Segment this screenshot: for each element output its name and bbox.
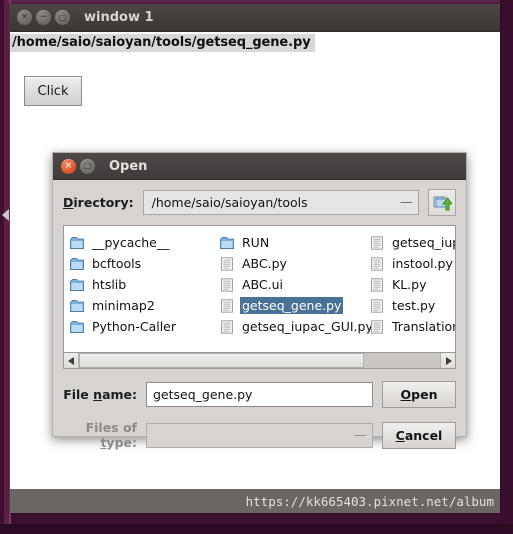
scroll-right-icon[interactable] xyxy=(440,353,455,368)
list-item[interactable]: getseq_iupac_GUI.py xyxy=(220,316,373,337)
cancel-button[interactable]: Cancel xyxy=(382,421,456,449)
document-icon xyxy=(221,277,233,292)
file-name-label: getseq_iupac_GUI.py xyxy=(242,319,373,334)
file-name-label: Translation_v xyxy=(392,319,455,334)
file-list[interactable]: __pycache__ bcftools htslib minimap2 Pyt… xyxy=(63,225,456,353)
file-name-label: htslib xyxy=(92,277,127,292)
file-name-value: getseq_gene.py xyxy=(153,387,253,402)
document-icon xyxy=(221,319,233,334)
list-item-selected[interactable]: getseq_gene.py xyxy=(220,295,370,316)
list-item[interactable]: bcftools xyxy=(70,253,220,274)
main-window-controls: × − □ xyxy=(17,10,70,25)
main-window-title: window 1 xyxy=(84,10,154,25)
dialog-window-controls: × □ xyxy=(61,158,95,174)
dialog-title: Open xyxy=(109,158,148,174)
watermark-text: https://kk665403.pixnet.net/album xyxy=(245,493,494,509)
document-icon xyxy=(371,319,383,334)
file-name-label: bcftools xyxy=(92,256,142,271)
dialog-maximize-icon[interactable]: □ xyxy=(80,158,95,174)
open-file-dialog: × □ Open Directory: /home/saio/saioyan/t… xyxy=(52,152,467,450)
desktop-edge-right xyxy=(500,0,513,534)
list-item[interactable]: __pycache__ xyxy=(70,232,220,253)
list-item[interactable]: RUN xyxy=(220,232,370,253)
scrollbar-track[interactable] xyxy=(79,353,440,368)
directory-row: Directory: /home/saio/saioyan/tools — xyxy=(63,189,456,216)
file-name-label: instool.py xyxy=(392,256,453,271)
chevron-down-icon: — xyxy=(354,427,367,443)
minimize-icon[interactable]: − xyxy=(36,10,51,25)
main-window-titlebar[interactable]: × − □ window 1 xyxy=(10,4,500,32)
maximize-icon[interactable]: □ xyxy=(55,10,70,25)
file-name-input[interactable]: getseq_gene.py xyxy=(146,382,373,407)
file-name-label: ABC.py xyxy=(242,256,287,271)
triangle-right-icon xyxy=(445,356,452,365)
folder-up-icon xyxy=(433,196,452,211)
file-name-label-static: File name: xyxy=(63,387,137,402)
folder-icon xyxy=(70,320,84,333)
list-item[interactable]: getseq_iupac_ xyxy=(370,232,455,253)
file-name-label: getseq_iupac_ xyxy=(392,235,455,250)
desktop: × − □ window 1 /home/saio/saioyan/tools/… xyxy=(0,0,513,534)
watermark-bar: https://kk665403.pixnet.net/album xyxy=(10,489,500,513)
file-name-label: Python-Caller xyxy=(92,319,177,334)
click-button[interactable]: Click xyxy=(24,76,82,106)
document-icon xyxy=(221,256,233,271)
go-up-directory-button[interactable] xyxy=(428,189,456,216)
files-of-type-combobox: — xyxy=(146,422,373,448)
desktop-left-arrow-icon[interactable] xyxy=(2,209,9,221)
list-item[interactable]: instool.py xyxy=(370,253,455,274)
file-name-label: RUN xyxy=(242,235,270,250)
list-item[interactable]: KL.py xyxy=(370,274,455,295)
document-icon xyxy=(371,235,383,250)
path-text: /home/saio/saioyan/tools/getseq_gene.py xyxy=(10,34,315,52)
folder-icon xyxy=(70,257,84,270)
horizontal-scrollbar[interactable] xyxy=(63,353,456,369)
close-icon[interactable]: × xyxy=(17,10,32,25)
dialog-body: Directory: /home/saio/saioyan/tools — __… xyxy=(53,180,466,460)
document-icon xyxy=(371,277,383,292)
list-item[interactable]: ABC.py xyxy=(220,253,370,274)
file-name-label: test.py xyxy=(392,298,436,313)
directory-value: /home/saio/saioyan/tools xyxy=(151,195,308,210)
dialog-close-icon[interactable]: × xyxy=(61,158,76,174)
list-item[interactable]: htslib xyxy=(70,274,220,295)
directory-combobox[interactable]: /home/saio/saioyan/tools — xyxy=(142,190,419,215)
list-item[interactable]: ABC.ui xyxy=(220,274,370,295)
scroll-left-icon[interactable] xyxy=(64,353,79,368)
files-of-type-label: Files of type: xyxy=(85,420,137,450)
chevron-down-icon: — xyxy=(400,195,413,210)
file-name-label: getseq_gene.py xyxy=(240,297,344,314)
file-name-row: File name: getseq_gene.py Open xyxy=(63,381,456,408)
file-name-label: ABC.ui xyxy=(242,277,284,292)
folder-icon xyxy=(70,236,84,249)
folder-icon xyxy=(220,236,234,249)
list-item[interactable]: Translation_v xyxy=(370,316,455,337)
document-icon xyxy=(371,256,383,271)
desktop-edge-bottom xyxy=(0,524,513,534)
file-list-column-1: __pycache__ bcftools htslib minimap2 Pyt… xyxy=(70,232,220,337)
path-display-bar: /home/saio/saioyan/tools/getseq_gene.py xyxy=(10,32,500,55)
dialog-titlebar[interactable]: × □ Open xyxy=(53,153,466,180)
document-icon xyxy=(221,298,233,313)
file-name-label: __pycache__ xyxy=(92,235,170,250)
file-name-label: minimap2 xyxy=(92,298,155,313)
list-item[interactable]: Python-Caller xyxy=(70,316,220,337)
document-icon xyxy=(371,298,383,313)
scrollbar-thumb[interactable] xyxy=(79,353,365,368)
list-item[interactable]: test.py xyxy=(370,295,455,316)
directory-label: Directory: xyxy=(63,195,134,210)
file-list-column-3: getseq_iupac_ instool.py KL.py test xyxy=(370,232,455,337)
file-name-label: KL.py xyxy=(392,277,427,292)
open-button[interactable]: Open xyxy=(382,381,456,408)
files-of-type-row: Files of type: — Cancel xyxy=(63,420,456,450)
folder-icon xyxy=(70,299,84,312)
triangle-left-icon xyxy=(67,356,74,365)
cancel-button-label: Cancel xyxy=(395,427,443,443)
list-item[interactable]: minimap2 xyxy=(70,295,220,316)
file-list-column-2: RUN ABC.py ABC.ui getseq_gene.py getseq_… xyxy=(220,232,373,337)
file-list-columns: __pycache__ bcftools htslib minimap2 Pyt… xyxy=(70,232,455,337)
folder-icon xyxy=(70,278,84,291)
open-button-label: Open xyxy=(400,387,438,402)
